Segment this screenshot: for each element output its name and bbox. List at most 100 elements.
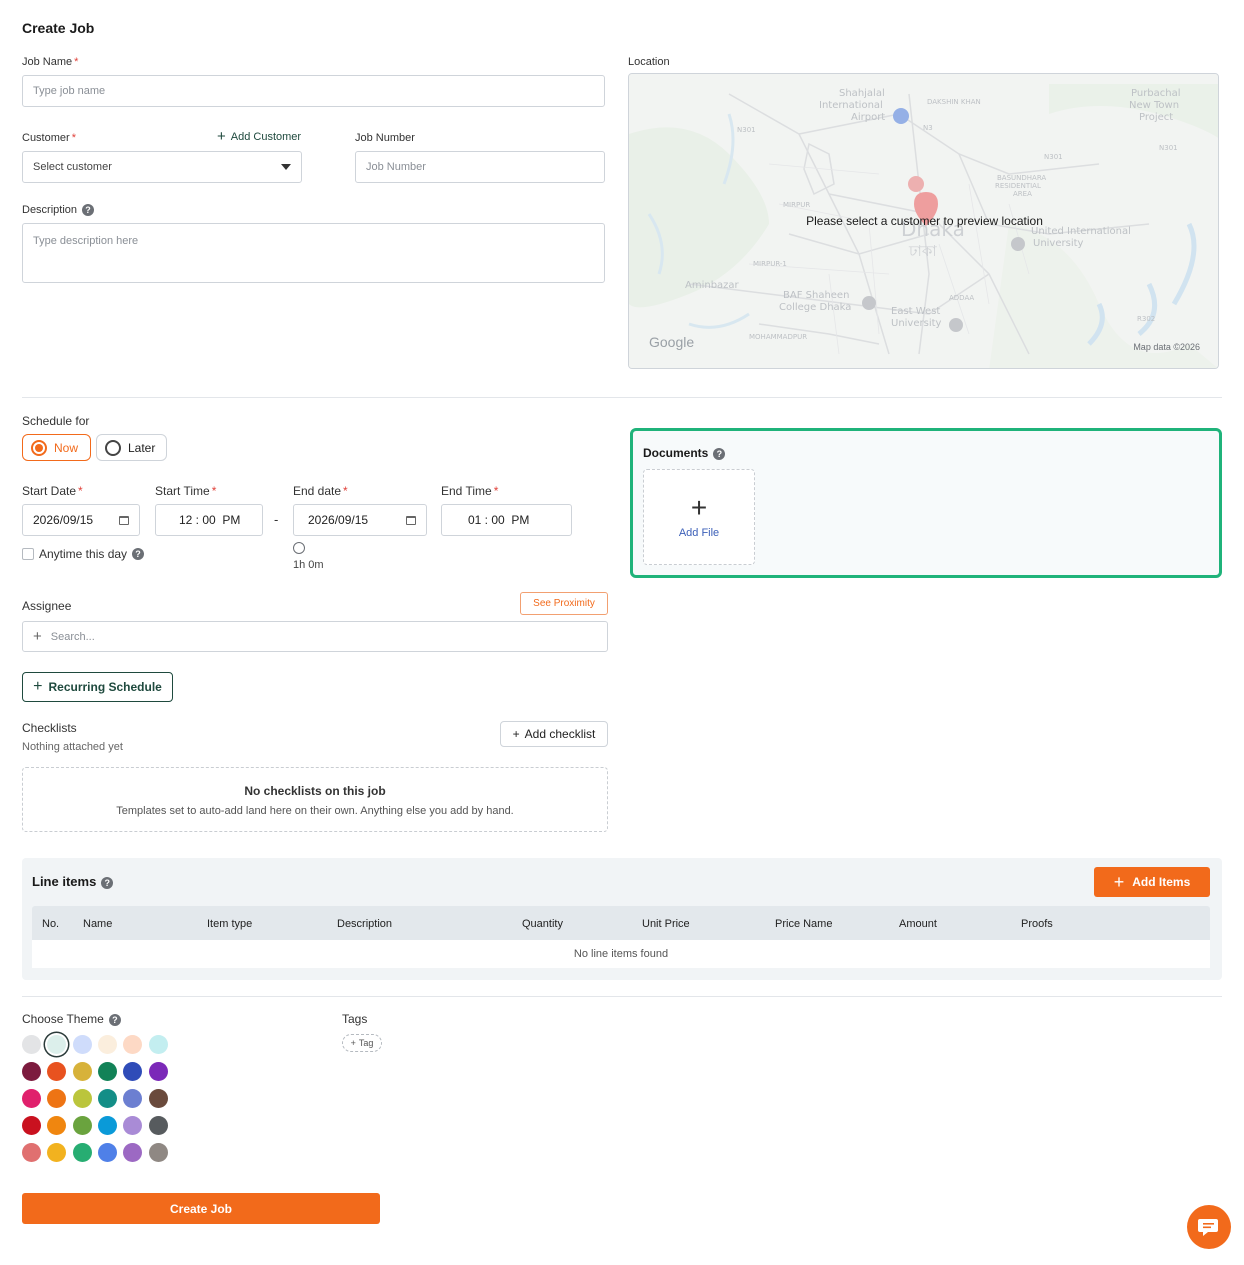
description-textarea[interactable]: Type description here bbox=[22, 223, 605, 283]
theme-color-swatch[interactable] bbox=[22, 1062, 41, 1081]
theme-color-swatch[interactable] bbox=[97, 1035, 117, 1054]
theme-color-swatch[interactable] bbox=[47, 1089, 67, 1108]
column-header: Proofs bbox=[1021, 918, 1053, 930]
radio-indicator bbox=[31, 439, 47, 456]
add-tag-button[interactable]: + Tag bbox=[342, 1034, 382, 1052]
theme-color-swatch[interactable] bbox=[22, 1035, 41, 1054]
theme-color-swatch[interactable] bbox=[148, 1116, 168, 1135]
help-icon[interactable]: ? bbox=[82, 204, 95, 217]
calendar-icon[interactable] bbox=[406, 515, 416, 525]
start-time-label: Start Time * bbox=[155, 484, 217, 498]
start-date-label: Start Date * bbox=[22, 484, 83, 498]
theme-color-swatch[interactable] bbox=[72, 1062, 92, 1081]
time-range-separator: - bbox=[274, 512, 279, 527]
help-icon[interactable]: ? bbox=[713, 447, 726, 460]
theme-color-swatch[interactable] bbox=[123, 1089, 143, 1108]
theme-color-swatch[interactable] bbox=[148, 1089, 168, 1108]
duration-clock-icon bbox=[293, 542, 305, 554]
plus-icon: + bbox=[512, 727, 520, 741]
line-items-label: Line items? bbox=[32, 874, 114, 889]
section-divider bbox=[22, 397, 1222, 398]
start-time-input[interactable]: 12 : 00 PM bbox=[155, 504, 263, 536]
add-items-button[interactable]: + Add Items bbox=[1094, 867, 1210, 897]
theme-color-swatch[interactable] bbox=[22, 1089, 41, 1108]
add-file-dropzone[interactable]: + Add File bbox=[643, 469, 755, 565]
column-header: No. bbox=[42, 918, 60, 930]
choose-theme-label: Choose Theme? bbox=[22, 1012, 121, 1026]
end-time-label: End Time * bbox=[441, 484, 499, 498]
theme-color-swatch[interactable] bbox=[72, 1143, 92, 1162]
add-customer-link[interactable]: + Add Customer bbox=[217, 128, 301, 145]
theme-color-swatch[interactable] bbox=[123, 1062, 143, 1081]
anytime-checkbox[interactable]: Anytime this day ? bbox=[22, 547, 145, 561]
column-header: Price Name bbox=[775, 918, 833, 930]
chat-widget-button[interactable] bbox=[1187, 1205, 1231, 1249]
checklists-status: Nothing attached yet bbox=[22, 741, 123, 753]
theme-color-swatch[interactable] bbox=[97, 1116, 117, 1135]
theme-color-swatch[interactable] bbox=[72, 1035, 92, 1054]
help-icon[interactable]: ? bbox=[132, 548, 145, 560]
theme-color-swatch[interactable] bbox=[148, 1143, 168, 1162]
duration-text: 1h 0m bbox=[293, 559, 324, 571]
customer-select[interactable]: Select customer bbox=[22, 151, 302, 183]
caret-down-icon bbox=[281, 164, 291, 170]
plus-icon: + bbox=[350, 1038, 356, 1048]
job-number-label: Job Number bbox=[355, 132, 415, 144]
plus-icon: + bbox=[33, 678, 43, 695]
theme-color-swatch[interactable] bbox=[97, 1089, 117, 1108]
checkbox-box bbox=[22, 548, 34, 560]
job-name-input[interactable]: Type job name bbox=[22, 75, 605, 107]
documents-panel: Documents? + Add File bbox=[630, 428, 1222, 578]
end-time-input[interactable]: 01 : 00 PM bbox=[441, 504, 572, 536]
theme-color-swatch[interactable] bbox=[47, 1116, 67, 1135]
column-header: Unit Price bbox=[642, 918, 690, 930]
theme-color-swatch[interactable] bbox=[123, 1035, 143, 1054]
see-proximity-button[interactable]: See Proximity bbox=[520, 592, 608, 615]
end-date-label: End date * bbox=[293, 484, 348, 498]
plus-icon: + bbox=[217, 128, 226, 145]
create-job-button[interactable]: Create Job bbox=[22, 1193, 380, 1224]
add-checklist-button[interactable]: + Add checklist bbox=[500, 721, 608, 747]
location-label: Location bbox=[628, 56, 670, 68]
location-map[interactable]: Shahjalal International Airport DAKSHIN KH… bbox=[628, 73, 1219, 369]
theme-color-swatch[interactable] bbox=[72, 1116, 92, 1135]
job-number-input[interactable]: Job Number bbox=[355, 151, 605, 183]
calendar-icon[interactable] bbox=[119, 515, 129, 525]
column-header: Description bbox=[337, 918, 393, 930]
plus-icon: + bbox=[690, 492, 708, 523]
column-header: Quantity bbox=[522, 918, 563, 930]
column-header: Name bbox=[83, 918, 113, 930]
customer-label: Customer * bbox=[22, 132, 76, 144]
assignee-label: Assignee bbox=[22, 599, 72, 613]
theme-color-swatch[interactable] bbox=[123, 1143, 143, 1162]
theme-color-swatch[interactable] bbox=[47, 1062, 67, 1081]
theme-color-swatch[interactable] bbox=[97, 1143, 117, 1162]
map-attribution: Map data ©2026 bbox=[1133, 342, 1200, 352]
theme-color-swatch[interactable] bbox=[47, 1143, 67, 1162]
assignee-search-input[interactable]: + Search... bbox=[22, 621, 608, 652]
schedule-later-radio[interactable]: Later bbox=[96, 434, 167, 461]
help-icon[interactable]: ? bbox=[101, 876, 114, 889]
radio-indicator bbox=[105, 439, 121, 456]
theme-color-swatch[interactable] bbox=[148, 1062, 168, 1081]
page-title: Create Job bbox=[22, 20, 95, 36]
theme-color-swatch[interactable] bbox=[22, 1143, 41, 1162]
theme-color-swatch[interactable] bbox=[22, 1116, 41, 1135]
theme-color-swatch[interactable] bbox=[148, 1035, 168, 1054]
job-name-label: Job Name * bbox=[22, 56, 79, 68]
recurring-schedule-button[interactable]: + Recurring Schedule bbox=[22, 672, 173, 702]
start-date-input[interactable]: 2026/09/15 bbox=[22, 504, 140, 536]
checklists-empty-text: Templates set to auto-add land here on t… bbox=[116, 805, 514, 817]
theme-color-swatch[interactable] bbox=[97, 1062, 117, 1081]
google-logo: Google bbox=[649, 334, 695, 350]
schedule-now-radio[interactable]: Now bbox=[22, 434, 91, 461]
line-items-table-header: No. Name Item type Description Quantity … bbox=[32, 906, 1210, 940]
end-date-input[interactable]: 2026/09/15 bbox=[293, 504, 427, 536]
theme-color-swatch[interactable] bbox=[72, 1089, 92, 1108]
add-file-label: Add File bbox=[678, 527, 720, 539]
column-header: Item type bbox=[207, 918, 253, 930]
theme-color-swatch[interactable] bbox=[47, 1035, 67, 1054]
help-icon[interactable]: ? bbox=[108, 1013, 121, 1026]
plus-icon: + bbox=[1113, 871, 1125, 892]
theme-color-swatch[interactable] bbox=[123, 1116, 143, 1135]
